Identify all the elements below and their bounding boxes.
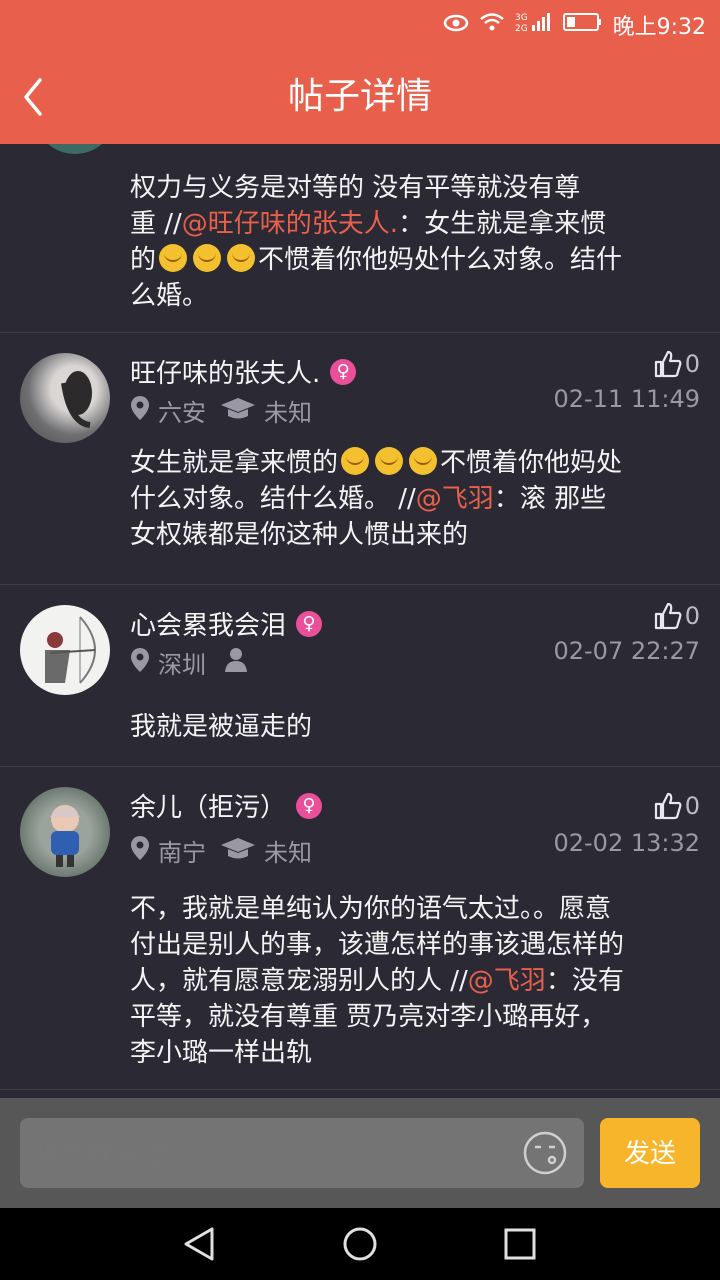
content-text: 不惯着你他妈处 [440, 448, 623, 478]
triangle-back-icon [184, 1227, 214, 1261]
like-count: 0 [684, 792, 700, 820]
status-time: 晚上9:32 [612, 15, 706, 40]
emoji-icon [193, 244, 222, 272]
avatar[interactable] [20, 605, 110, 695]
comment-input-box [20, 1118, 584, 1188]
emoji-icon [375, 447, 404, 475]
female-icon: ♀ [330, 358, 357, 385]
female-icon: ♀ [296, 792, 323, 819]
comment-time: 02-02 13:32 [553, 829, 700, 857]
svg-text:2G: 2G [515, 24, 528, 33]
graduation-cap-icon [220, 396, 256, 426]
wifi-icon [479, 12, 505, 38]
header: 帖子详情 [0, 50, 720, 144]
content-text: 女权婊都是你这种人惯出来的 [130, 520, 469, 550]
like-count: 0 [684, 602, 700, 630]
school-text: 未知 [264, 839, 312, 867]
thumbs-up-icon [654, 350, 682, 378]
graduation-cap-icon [220, 836, 256, 866]
comment-content: 权力与义务是对等的 没有平等就没有尊 重 //@旺仔味的张夫人.：女生就是拿来惯… [130, 170, 698, 314]
meta-row: 六安 未知 [130, 393, 312, 428]
content-text: 李小璐一样出轨 [130, 1038, 313, 1068]
comment-item-partial: 权力与义务是对等的 没有平等就没有尊 重 //@旺仔味的张夫人.：女生就是拿来惯… [0, 144, 720, 333]
emoji-icon [227, 244, 256, 272]
nav-recents-button[interactable] [502, 1226, 538, 1262]
location-pin-icon [130, 395, 150, 427]
person-icon [224, 647, 248, 679]
emoji-button[interactable] [522, 1130, 568, 1176]
content-text: 的 [130, 245, 157, 275]
like-button[interactable]: 0 [653, 601, 700, 631]
comment-list[interactable]: 权力与义务是对等的 没有平等就没有尊 重 //@旺仔味的张夫人.：女生就是拿来惯… [0, 144, 720, 1098]
avatar[interactable] [30, 144, 120, 154]
send-button[interactable]: 发送 [600, 1118, 700, 1188]
like-count: 0 [684, 350, 700, 378]
content-text: ：没有 [545, 966, 624, 996]
nav-back-button[interactable] [182, 1226, 218, 1262]
content-text: 付出是别人的事，该遭怎样的事该遇怎样的 [130, 930, 625, 960]
like-button[interactable]: 0 [653, 791, 700, 821]
meta-row: 南宁 未知 [130, 833, 312, 868]
school-text: 未知 [264, 399, 312, 427]
content-text: ：女生就是拿来惯 [398, 209, 607, 239]
comment-item: 旺仔味的张夫人. ♀ 六安 未知 0 02-11 11:49 女生就是拿来惯的 不… [0, 333, 720, 585]
comment-item: 心会累我会泪 ♀ 深圳 0 02-07 22:27 我就是被逼走的 [0, 585, 720, 767]
location-text: 南宁 [158, 839, 206, 867]
svg-text:3G: 3G [515, 13, 528, 23]
location-text: 深圳 [158, 651, 206, 679]
emoji-icon [159, 244, 188, 272]
system-nav-bar [0, 1208, 720, 1280]
comment-content: 我就是被逼走的 [130, 712, 313, 742]
comment-time: 02-07 22:27 [553, 637, 700, 665]
avatar[interactable] [20, 353, 110, 443]
mention-link[interactable]: @飞羽 [468, 966, 546, 996]
content-text: 不，我就是单纯认为你的语气太过。。愿意 [130, 894, 612, 924]
thumbs-up-icon [654, 792, 682, 820]
user-name[interactable]: 心会累我会泪 [130, 605, 286, 642]
content-text: 重 // [130, 209, 182, 239]
comment-content: 女生就是拿来惯的 不惯着你他妈处 什么对象。结什么婚。 //@飞羽：滚 那些 女权… [130, 445, 698, 553]
thumbs-up-icon [654, 602, 682, 630]
signal-icon: 3G 2G [515, 11, 553, 39]
like-button[interactable]: 0 [653, 349, 700, 379]
mention-link[interactable]: @旺仔味的张夫人. [182, 209, 398, 239]
location-pin-icon [130, 647, 150, 679]
name-row: 余儿（拒污） ♀ [130, 787, 323, 824]
content-text: 么婚。 [130, 281, 209, 311]
eye-icon [443, 13, 469, 38]
content-text: 女生就是拿来惯的 [130, 448, 339, 478]
status-bar: 3G 2G 晚上9:32 [0, 0, 720, 50]
page-title: 帖子详情 [287, 76, 432, 117]
battery-icon [562, 12, 603, 38]
avatar[interactable] [20, 787, 110, 877]
circle-home-icon [343, 1227, 377, 1261]
emoji-face-icon [523, 1131, 567, 1175]
mention-link[interactable]: @飞羽 [416, 484, 494, 514]
content-text: ：滚 那些 [493, 484, 607, 514]
location-pin-icon [130, 835, 150, 867]
name-row: 心会累我会泪 ♀ [130, 605, 323, 642]
content-text: 人，就有愿意宠溺别人的人 // [130, 966, 468, 996]
comment-item: 余儿（拒污） ♀ 南宁 未知 0 02-02 13:32 不，我就是单纯认为你的… [0, 767, 720, 1090]
comment-input-bar: 发送 [0, 1098, 720, 1208]
content-text: 平等，就没有尊重 贾乃亮对李小璐再好， [130, 1002, 607, 1032]
content-text: 什么对象。结什么婚。 // [130, 484, 416, 514]
user-name[interactable]: 旺仔味的张夫人. [130, 353, 320, 390]
location-text: 六安 [158, 399, 206, 427]
comment-input[interactable] [36, 1118, 514, 1188]
emoji-icon [341, 447, 370, 475]
content-text: 不惯着你他妈处什么对象。结什 [258, 245, 623, 275]
square-recents-icon [504, 1228, 536, 1260]
comment-content: 不，我就是单纯认为你的语气太过。。愿意 付出是别人的事，该遭怎样的事该遇怎样的 … [130, 891, 698, 1071]
comment-time: 02-11 11:49 [553, 385, 700, 413]
content-text: 权力与义务是对等的 没有平等就没有尊 [130, 173, 581, 203]
nav-home-button[interactable] [342, 1226, 378, 1262]
user-name[interactable]: 余儿（拒污） [130, 787, 286, 824]
female-icon: ♀ [296, 610, 323, 637]
status-icons: 3G 2G 晚上9:32 [443, 8, 706, 42]
meta-row: 深圳 [130, 645, 248, 680]
emoji-icon [409, 447, 438, 475]
name-row: 旺仔味的张夫人. ♀ [130, 353, 357, 390]
